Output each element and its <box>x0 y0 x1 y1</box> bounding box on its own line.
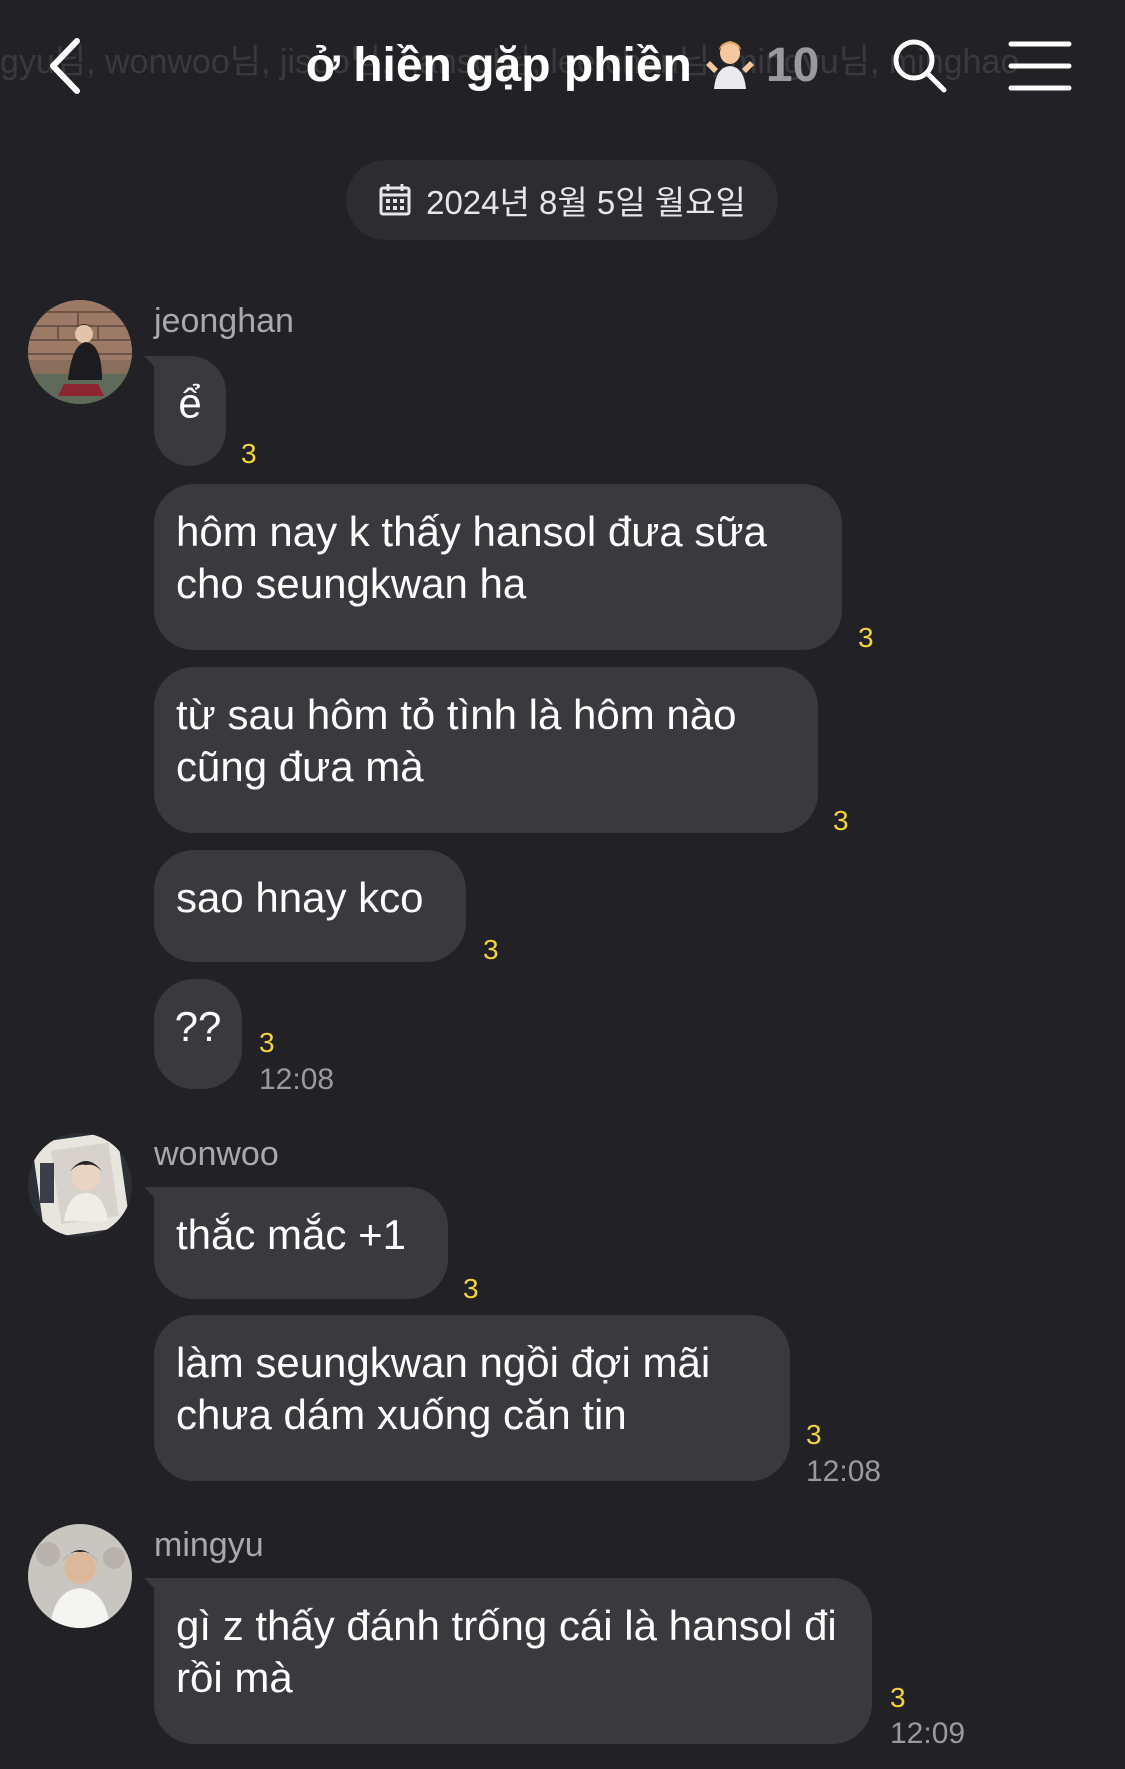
unread-count: 3 <box>833 805 849 836</box>
search-icon <box>893 39 947 93</box>
avatar-wonwoo[interactable] <box>28 1133 132 1237</box>
sender-name-mingyu: mingyu <box>154 1526 264 1564</box>
unread-count: 3 <box>806 1419 822 1450</box>
date-label: 2024년 8월 5일 월요일 <box>426 184 746 221</box>
unread-count: 3 <box>858 622 874 653</box>
date-divider: 2024년 8월 5일 월요일 <box>346 160 778 240</box>
calendar-icon <box>379 184 411 216</box>
sender-name-jeonghan: jeonghan <box>154 302 294 340</box>
shrug-person-emoji <box>704 37 756 89</box>
unread-count: 3 <box>463 1273 479 1304</box>
search-button[interactable] <box>890 36 950 96</box>
sender-name-wonwoo: wonwoo <box>154 1135 279 1173</box>
avatar-jeonghan[interactable] <box>28 300 132 404</box>
chat-header: gyu님, wonwoo님, jisoo님, hansol님, lee chan… <box>0 0 1125 140</box>
message-bubble[interactable]: làm seungkwan ngồi đợi mãi chưa dám xuốn… <box>154 1315 790 1481</box>
avatar-mingyu[interactable] <box>28 1524 132 1628</box>
message-timestamp: 12:08 <box>806 1455 882 1488</box>
unread-count: 3 <box>483 934 499 965</box>
message-timestamp: 12:08 <box>259 1063 335 1096</box>
message-timestamp: 12:09 <box>890 1717 966 1750</box>
message-bubble[interactable]: hôm nay k thấy hansol đưa sữa cho seungk… <box>154 484 842 650</box>
message-bubble[interactable]: thắc mắc +1 <box>154 1187 448 1299</box>
unread-count: 3 <box>241 438 257 469</box>
message-bubble[interactable]: gì z thấy đánh trống cái là hansol đi rồ… <box>154 1578 872 1744</box>
hamburger-menu-icon <box>1008 41 1072 91</box>
menu-button[interactable] <box>1008 38 1072 94</box>
message-bubble[interactable]: sao hnay kco <box>154 850 466 962</box>
unread-count: 3 <box>890 1682 906 1713</box>
message-bubble[interactable]: ?? <box>154 979 242 1089</box>
member-count: 10 <box>765 39 820 92</box>
message-bubble[interactable]: từ sau hôm tỏ tình là hôm nào cũng đưa m… <box>154 667 818 833</box>
unread-count: 3 <box>259 1027 275 1058</box>
chat-title: ở hiền gặp phiền <box>305 39 692 92</box>
message-bubble[interactable]: ể <box>154 356 226 466</box>
chat-title-area[interactable]: ở hiền gặp phiền 10 <box>0 36 1125 96</box>
